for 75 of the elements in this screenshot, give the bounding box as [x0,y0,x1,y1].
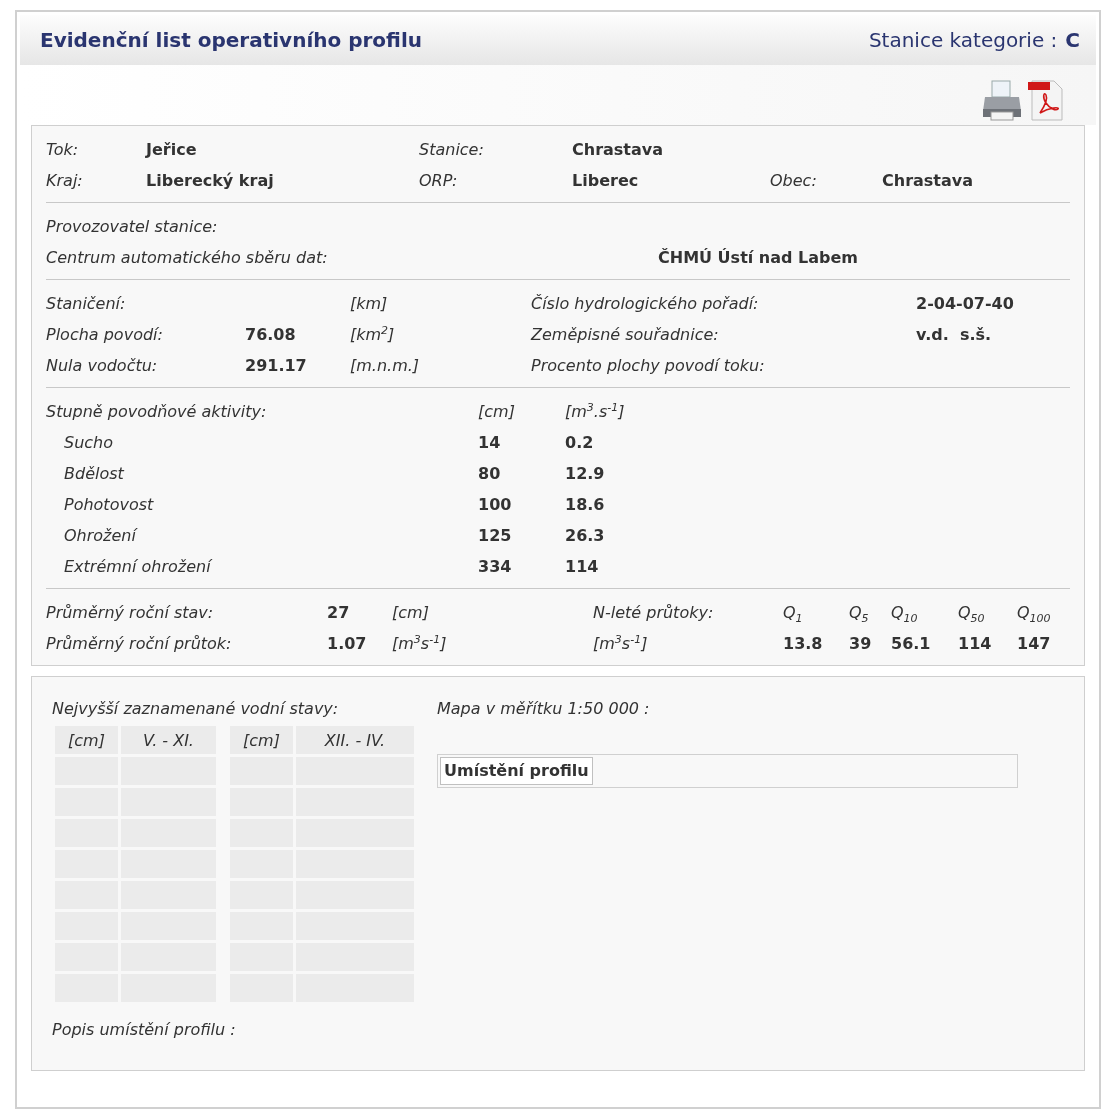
column-header: Q$_{5}$ [849,602,870,628]
field-value: ČHMÚ Ústí nad Labem [658,247,859,269]
field-value: v.d. s.š. [916,324,993,346]
field-label: Nula vodočtu: [46,355,159,377]
category-label: Stanice kategorie : [868,28,1058,52]
category-value: C [1065,28,1080,52]
flow-value: 114 [565,556,600,578]
field-label: ORP: [419,170,459,192]
flow-value: 12.9 [565,463,606,485]
field-label: Číslo hydrologického pořadí: [531,293,760,315]
field-value: 27 [327,602,351,624]
column-header: Q$_{50}$ [958,602,986,628]
page-title: Evidenční list operativního profilu [40,28,423,52]
flow-value: 39 [849,633,873,655]
field-label: Obec: [770,170,818,192]
flow-value: 114 [958,633,993,655]
field-value: 291.17 [245,355,308,377]
field-label: Tok: [46,139,80,161]
field-value: Jeřice [146,139,198,161]
field-label: Procento plochy povodí toku: [531,355,766,377]
section-label: Stupně povodňové aktivity: [46,401,268,423]
level-value: 125 [478,525,513,547]
field-value: Chrastava [882,170,974,192]
unit-label: [m$^{3}$s$^{-1}$] [593,631,649,655]
field-value: Chrastava [572,139,664,161]
field-label: N-leté průtoky: [593,602,715,624]
column-header: V. - XI. [121,726,216,754]
unit-label: [cm] [478,401,516,423]
column-header: [cm] [230,726,293,754]
printer-icon[interactable] [982,79,1022,121]
field-label: Kraj: [46,170,84,192]
field-label: Staničení: [46,293,127,315]
level-value: 14 [478,432,502,454]
field-label: Plocha povodí: [46,324,164,346]
unit-label: [m$^{3}$.s$^{-1}$] [565,399,626,423]
flow-value: 18.6 [565,494,606,516]
flow-value: 26.3 [565,525,606,547]
field-label: Průměrný roční průtok: [46,633,233,655]
level-value: 100 [478,494,513,516]
field-value: 2-04-07-40 [916,293,1015,315]
field-label: Popis umístění profilu : [52,1020,236,1039]
field-label: Centrum automatického sběru dat: [46,247,329,269]
unit-label: [km] [350,293,389,315]
flow-value: 147 [1017,633,1052,655]
unit-label: [m$^{3}$s$^{-1}$] [392,631,448,655]
activity-level-name: Ohrožení [63,525,139,547]
column-header: Q$_{1}$ [783,602,804,628]
activity-level-name: Sucho [63,432,115,454]
column-header: Q$_{100}$ [1017,602,1052,628]
field-value: 1.07 [327,633,368,655]
activity-level-name: Pohotovost [63,494,155,516]
section-label: Nejvyšší zaznamenané vodní stavy: [52,699,339,718]
flow-value: 0.2 [565,432,595,454]
level-value: 334 [478,556,513,578]
activity-level-name: Extrémní ohrožení [63,556,214,578]
unit-label: [m.n.m.] [350,355,421,377]
flow-value: 13.8 [783,633,824,655]
flow-value: 56.1 [891,633,932,655]
section-label: Mapa v měřítku 1:50 000 : [437,699,650,718]
column-header: Q$_{10}$ [891,602,919,628]
column-header: XII. - IV. [296,726,414,754]
unit-label: [km$^{2}$] [350,322,396,346]
level-value: 80 [478,463,502,485]
field-label: Provozovatel stanice: [46,216,219,238]
field-value: Liberec [572,170,640,192]
field-label: Stanice: [419,139,485,161]
pdf-icon[interactable] [1026,79,1066,121]
field-label: Zeměpisné souřadnice: [531,324,720,346]
field-value: Liberecký kraj [146,170,275,192]
activity-level-name: Bdělost [63,463,126,485]
field-value: 76.08 [245,324,297,346]
field-label: Průměrný roční stav: [46,602,215,624]
unit-label: [cm] [392,602,430,624]
map-caption: Umístění profilu [440,757,593,785]
column-header: [cm] [55,726,118,754]
